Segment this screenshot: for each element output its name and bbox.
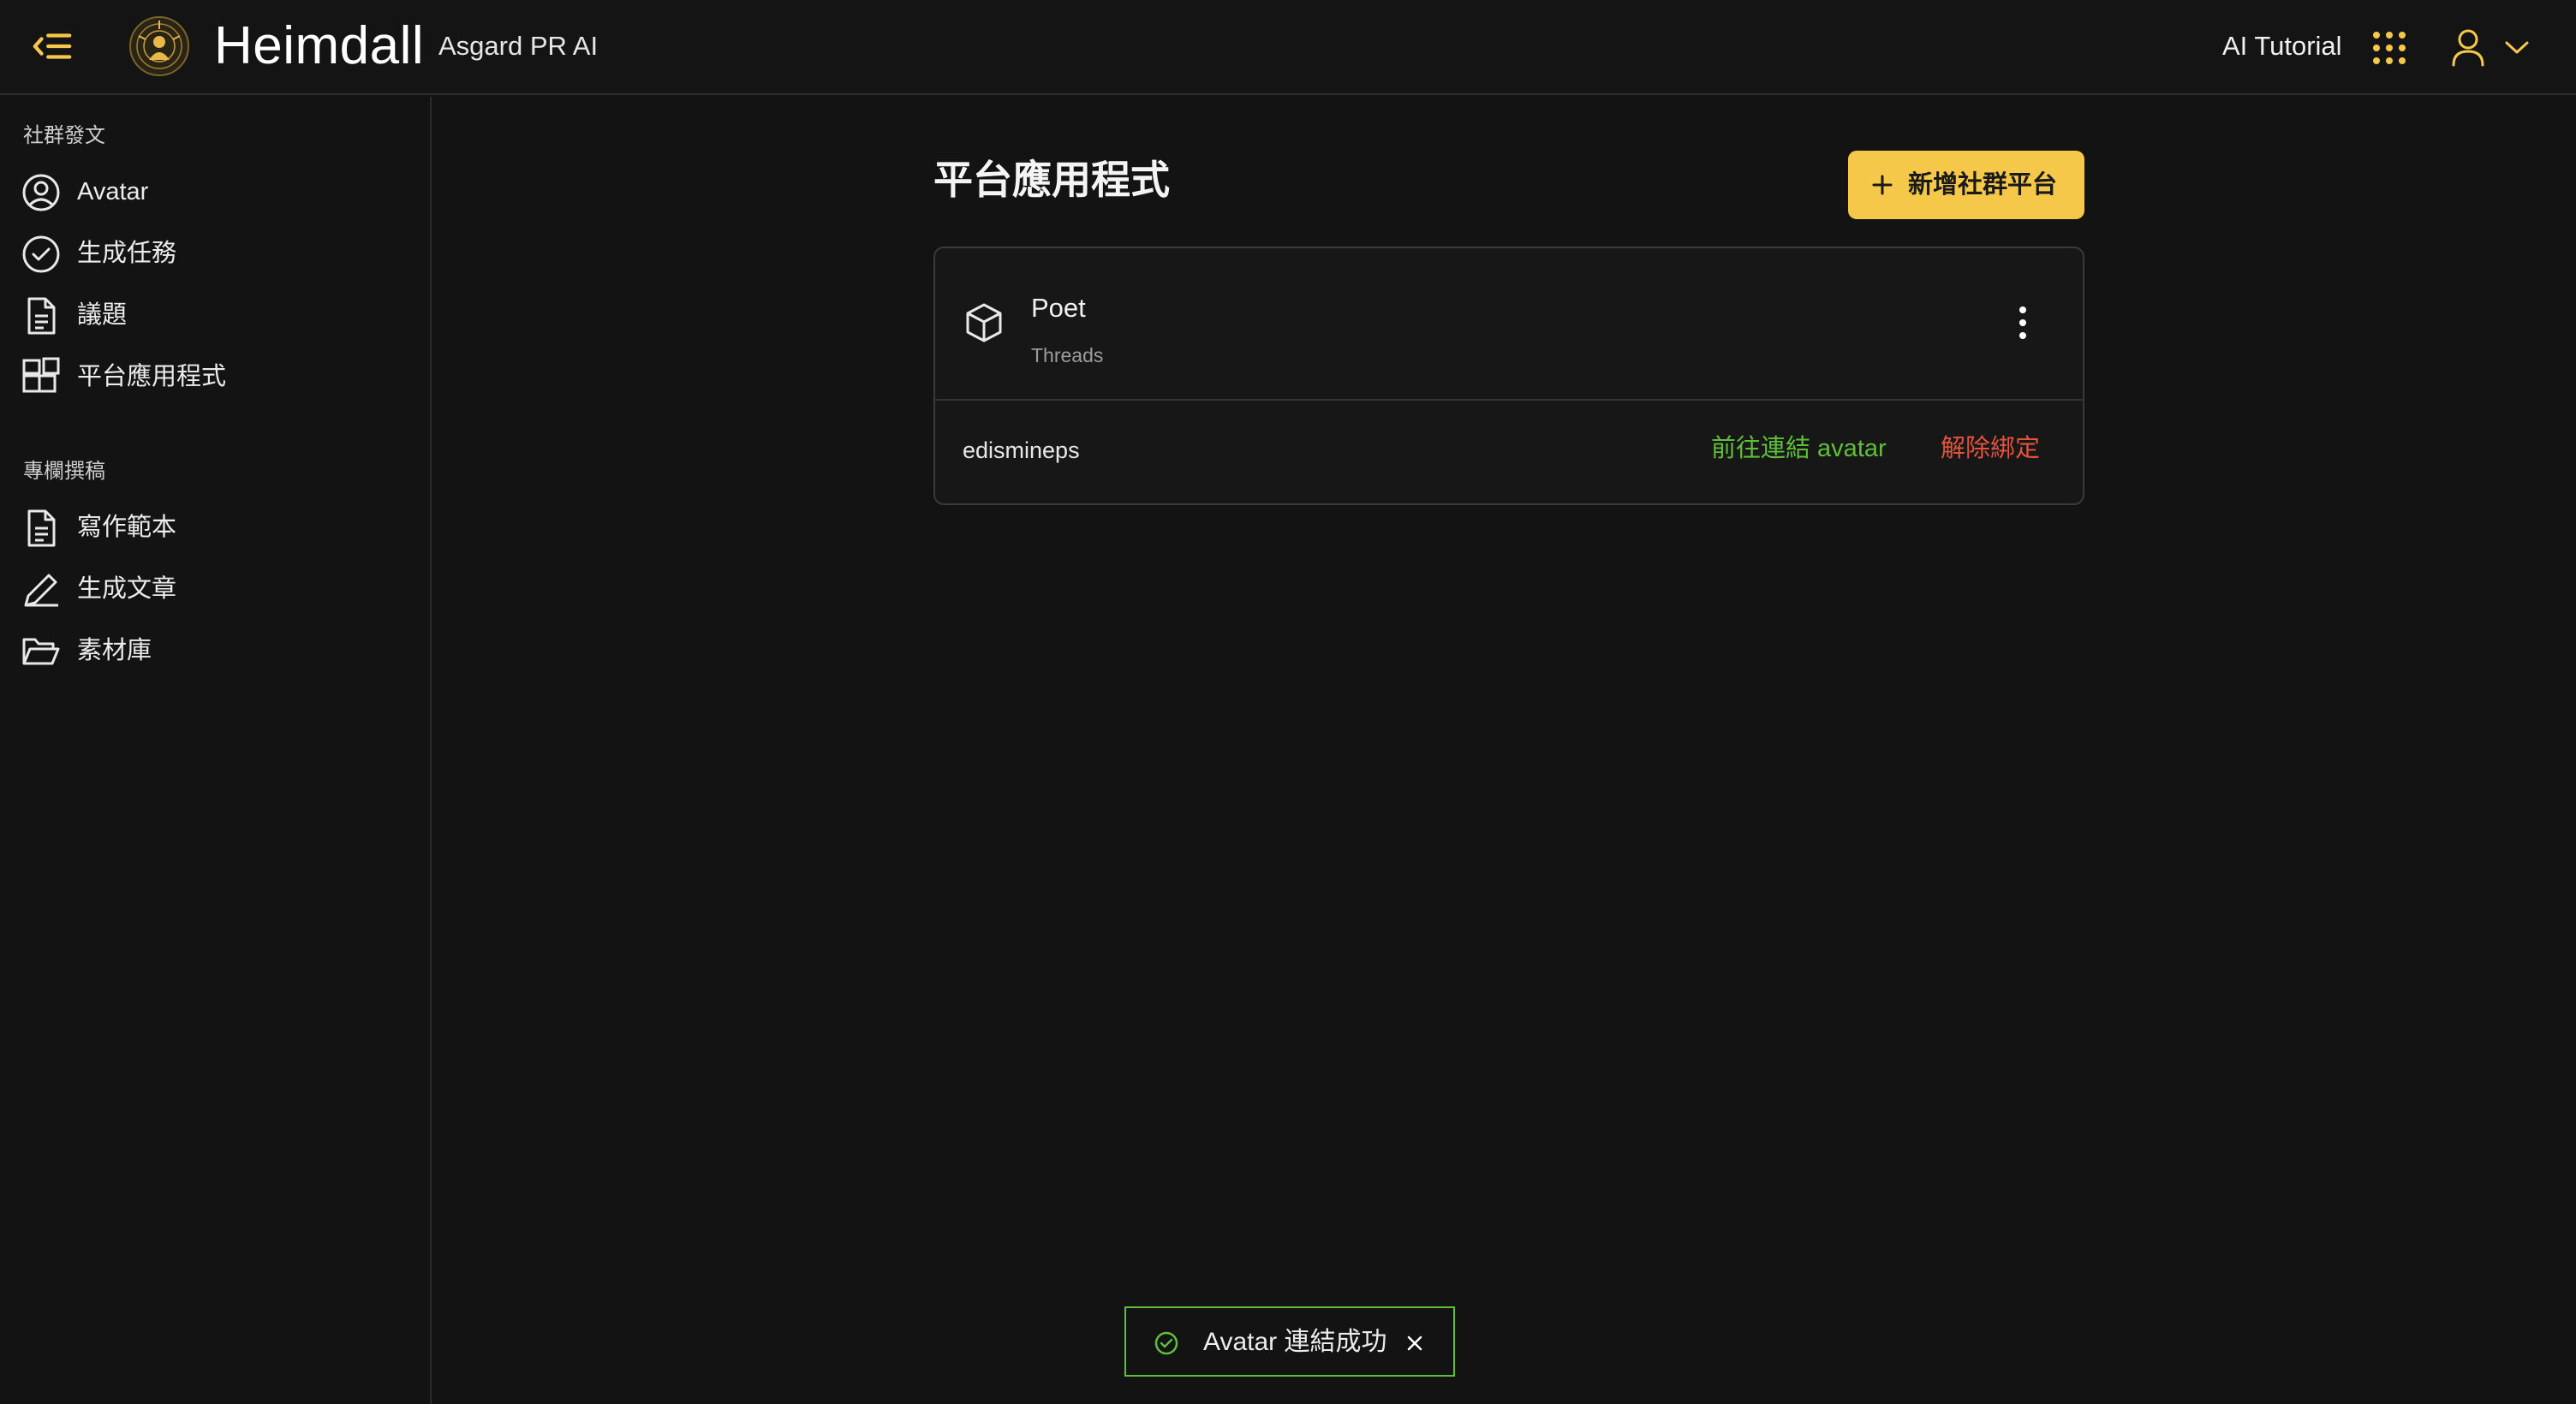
app-title: Heimdall [214,16,425,75]
user-menu-button[interactable] [2451,26,2533,68]
app-name: Poet [1031,293,1086,323]
add-social-platform-button[interactable]: 新增社群平台 [1848,151,2084,219]
link-avatar-button[interactable]: 前往連結 avatar [1711,431,1887,466]
plus-icon [1872,175,1893,195]
sidebar-item-label: Avatar [77,178,149,205]
success-toast: Avatar 連結成功 [1124,1306,1455,1377]
pencil-icon [24,574,58,607]
apps-grid-button[interactable] [2372,31,2406,65]
sidebar-item-generate-article[interactable]: 生成文章 [21,562,414,614]
sidebar-item-tasks[interactable]: 生成任務 [21,227,414,278]
sidebar-item-label: 生成文章 [77,575,177,603]
page-title: 平台應用程式 [933,158,1170,202]
sidebar-item-label: 平台應用程式 [77,363,227,390]
user-circle-icon [22,174,60,211]
close-icon[interactable] [1404,1332,1426,1354]
card-divider [935,399,2083,401]
linked-account: edismineps [963,437,1080,463]
sidebar-section-label: 社群發文 [23,124,105,147]
unbind-button[interactable]: 解除綁定 [1941,431,2040,466]
document-icon [27,297,56,335]
sidebar-section-label: 專欄撰稿 [23,460,105,483]
sidebar-item-label: 生成任務 [77,240,177,267]
document-icon [27,509,56,547]
sidebar-item-avatar[interactable]: Avatar [21,165,414,217]
check-circle-icon [1154,1331,1178,1355]
folder-open-icon [22,638,60,665]
chevron-down-icon [2505,41,2529,54]
sidebar-item-label: 議題 [77,301,128,329]
apps-grid-icon [2373,32,2406,64]
more-options-button[interactable] [2006,301,2040,344]
menu-collapse-icon [33,33,72,59]
sidebar-item-topics[interactable]: 議題 [21,289,414,340]
platform-app-card: Poet Threads edismineps 前往連結 avatar 解除綁定 [933,247,2084,505]
sidebar-item-assets[interactable]: 素材庫 [21,624,414,675]
heimdall-logo [129,16,189,76]
user-icon [2452,29,2484,67]
toast-message: Avatar 連結成功 [1203,1328,1387,1356]
check-circle-icon [22,235,60,273]
sidebar-item-label: 素材庫 [77,637,152,664]
menu-collapse-button[interactable] [31,26,75,68]
top-bar: Heimdall Asgard PR AI AI Tutorial [0,0,2576,95]
package-icon [966,303,1002,342]
add-button-label: 新增社群平台 [1908,171,2058,199]
sidebar-item-label: 寫作範本 [77,514,177,541]
apps-icon [22,357,60,393]
sidebar-item-platform-apps[interactable]: 平台應用程式 [21,350,414,402]
ai-tutorial-link[interactable]: AI Tutorial [2222,29,2342,63]
app-subtitle: Asgard PR AI [438,31,599,61]
sidebar-item-writing-templates[interactable]: 寫作範本 [21,501,414,552]
more-vertical-icon [2019,306,2026,339]
app-platform: Threads [1031,344,1104,366]
sidebar: 社群發文 Avatar 生成任務 議題 平台應用程式 專欄撰稿 寫作範本 生成文… [0,97,432,1404]
